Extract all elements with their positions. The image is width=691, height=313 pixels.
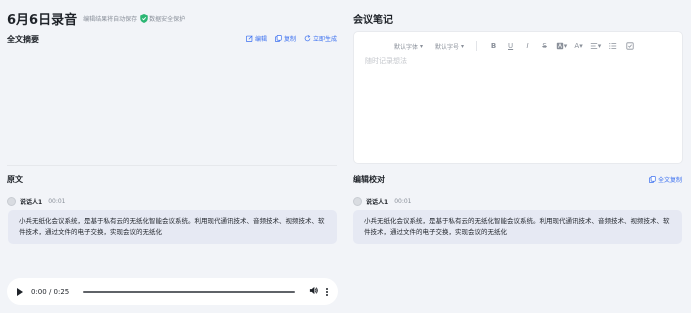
playback-time: 0:00 / 0:25 xyxy=(31,287,70,296)
font-color-button[interactable]: A ▾ xyxy=(570,42,587,50)
seek-bar[interactable] xyxy=(83,290,295,293)
generate-button[interactable]: 立即生成 xyxy=(304,34,337,43)
font-family-select[interactable]: 默认字体 ▾ xyxy=(394,42,423,51)
align-button[interactable]: ▾ xyxy=(587,42,604,50)
copy-label: 复制 xyxy=(283,36,296,43)
chevron-down-icon: ▾ xyxy=(597,42,602,50)
highlight-icon xyxy=(556,42,563,50)
speaker-name: 说话人1 xyxy=(20,199,43,206)
proofread-text-bubble[interactable]: 小兵无纸化会议系统，是基于私有云的无纸化智能会议系统。利用现代通讯技术、音频技术… xyxy=(353,210,682,244)
font-size-select[interactable]: 默认字号 ▾ xyxy=(435,42,464,51)
summary-actions: 编辑 复制 立即生成 xyxy=(245,34,337,43)
speaker-name: 说话人1 xyxy=(366,199,389,206)
avatar xyxy=(7,197,16,206)
section-divider xyxy=(7,165,337,166)
highlight-button[interactable]: ▾ xyxy=(553,42,570,50)
copy-icon xyxy=(274,35,282,42)
notes-title: 会议笔记 xyxy=(353,15,393,26)
bold-icon: B xyxy=(490,42,497,50)
align-icon xyxy=(590,43,597,49)
avatar xyxy=(353,197,362,206)
editor-toolbar: 默认字体 ▾ 默认字号 ▾ B U I S ▾ A ▾ ▾ xyxy=(394,41,672,51)
chevron-down-icon: ▾ xyxy=(563,42,568,50)
editor-placeholder: 随时记录想法 xyxy=(365,57,407,65)
list-button[interactable] xyxy=(604,42,621,50)
speaker-timestamp: 00:01 xyxy=(48,198,66,205)
more-options-icon[interactable] xyxy=(326,287,328,296)
edit-label: 编辑 xyxy=(254,36,267,43)
proofread-title: 编辑校对 xyxy=(353,175,385,184)
security-badge: 数据安全保护 xyxy=(140,14,185,23)
toolbar-separator xyxy=(476,41,478,51)
edit-button[interactable]: 编辑 xyxy=(245,34,267,43)
summary-title: 全文摘要 xyxy=(7,35,39,44)
page-header: 6月6日录音 编辑结果将自动保存 数据安全保护 xyxy=(7,9,185,28)
copy-icon xyxy=(648,176,656,183)
chevron-down-icon: ▾ xyxy=(461,42,465,50)
original-title: 原文 xyxy=(7,175,23,184)
notes-editor[interactable]: 默认字体 ▾ 默认字号 ▾ B U I S ▾ A ▾ ▾ 随时记录想法 xyxy=(353,31,683,164)
audio-player: 0:00 / 0:25 xyxy=(7,278,338,305)
underline-button[interactable]: U xyxy=(502,42,519,50)
italic-button[interactable]: I xyxy=(519,42,536,50)
original-text-bubble[interactable]: 小兵无纸化会议系统，是基于私有云的无纸化智能会议系统。利用现代通讯技术、音频技术… xyxy=(8,210,337,244)
original-speaker: 说话人1 00:01 xyxy=(7,197,65,206)
bold-button[interactable]: B xyxy=(485,42,502,50)
play-icon[interactable] xyxy=(17,287,23,296)
autosave-hint: 编辑结果将自动保存 xyxy=(83,16,138,23)
strikethrough-icon: S xyxy=(542,42,547,50)
chevron-down-icon: ▾ xyxy=(420,42,424,50)
page-title: 6月6日录音 xyxy=(7,13,78,28)
proofread-speaker: 说话人1 00:01 xyxy=(353,197,411,206)
checklist-button[interactable] xyxy=(621,42,638,50)
copy-button[interactable]: 复制 xyxy=(274,34,296,43)
security-label: 数据安全保护 xyxy=(149,16,186,23)
refresh-icon xyxy=(304,35,311,42)
font-family-value: 默认字体 xyxy=(394,43,419,51)
edit-icon xyxy=(245,35,253,42)
copy-all-label: 全文复制 xyxy=(657,177,682,184)
list-icon xyxy=(608,43,616,49)
speaker-timestamp: 00:01 xyxy=(394,198,412,205)
italic-icon: I xyxy=(526,42,529,50)
copy-all-button[interactable]: 全文复制 xyxy=(648,175,682,184)
font-size-value: 默认字号 xyxy=(435,43,460,51)
checkbox-icon xyxy=(625,42,634,50)
volume-icon xyxy=(309,286,318,295)
strikethrough-button[interactable]: S xyxy=(536,42,553,50)
underline-icon: U xyxy=(508,42,514,50)
generate-label: 立即生成 xyxy=(312,36,337,43)
chevron-down-icon: ▾ xyxy=(579,42,583,50)
shield-icon xyxy=(140,14,148,23)
volume-button[interactable] xyxy=(309,286,318,297)
